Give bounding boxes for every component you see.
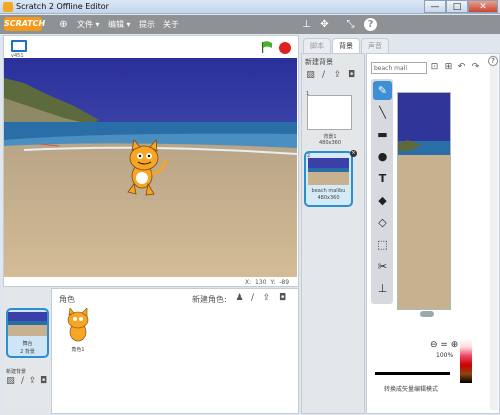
zoom-percent: 100% [436,352,454,359]
stage-thumb-count: 2 背景 [20,349,35,355]
stamp-tool-icon[interactable]: ⊥ [373,279,392,298]
bd-paint-icon[interactable]: / [318,70,329,81]
help-icon[interactable]: ? [364,18,377,31]
undo-icon[interactable]: ↶ [456,62,467,73]
upload-sprite-icon[interactable]: ⇪ [261,293,272,304]
stage-thumbnail[interactable]: 舞台 2 背景 [6,308,49,358]
stamp-icon[interactable]: ⊥ [300,18,313,31]
zoom-controls[interactable]: ⊖ = ⊕ [430,340,458,350]
upload-backdrop-icon[interactable]: ⇪ [27,376,38,387]
sprite-library-icon[interactable]: ♟ [234,293,245,304]
add-icon[interactable]: ⊞ [443,62,454,73]
sprite-tile[interactable]: 角色1 [58,306,98,358]
backdrop-name-input[interactable]: beach mali [371,62,427,74]
stop-icon[interactable] [279,42,291,54]
brush-size-slider[interactable] [375,372,450,375]
tab-scripts[interactable]: 脚本 [303,38,331,53]
backdrop-library-icon[interactable]: ▨ [5,376,16,387]
magic-select-icon[interactable]: ✂ [373,257,392,276]
minimize-button[interactable]: — [424,0,446,13]
backdrop-item[interactable] [307,95,352,130]
clear-icon[interactable]: ⊡ [429,62,440,73]
canvas-scrollbar[interactable] [420,311,434,317]
beach-thumb-image [308,158,349,185]
eraser-tool-icon[interactable]: ◇ [373,213,392,232]
backdrop-size: 480x360 [317,195,340,201]
menu-bar [0,15,500,34]
brush-tool-icon[interactable]: ✎ [373,81,392,100]
text-tool-icon[interactable]: T [373,169,392,188]
bd-library-icon[interactable]: ▨ [305,70,316,81]
paint-canvas[interactable] [397,92,451,310]
sprites-title: 角色 [59,295,75,304]
camera-backdrop-icon[interactable]: ◘ [38,376,49,387]
backdrop-name: beach malibu [311,188,346,194]
menu-about[interactable]: 关于 [163,19,179,30]
backdrop-size: 480x360 [318,140,342,146]
fill-tool-icon[interactable]: ◆ [373,191,392,210]
stage-thumb-label: 舞台 [22,341,33,347]
stage-canvas[interactable] [4,58,297,277]
cat-thumb-icon [67,308,89,342]
camera-sprite-icon[interactable]: ◘ [277,293,288,304]
ellipse-tool-icon[interactable]: ● [373,147,392,166]
paint-sprite-icon[interactable]: / [247,293,258,304]
backdrop-name: 背景1 [323,134,337,140]
new-sprite-label: 新建角色: [192,295,227,304]
delete-backdrop-icon[interactable]: × [350,150,357,157]
menu-file[interactable]: 文件 ▾ [77,19,100,30]
app-icon [3,2,13,12]
grow-icon[interactable]: ✥ [318,18,331,31]
y-coord: Y: -89 [270,279,290,286]
x-coord: X: 130 [245,279,267,286]
menu-tips[interactable]: 提示 [139,19,155,30]
bd-upload-icon[interactable]: ⇪ [332,70,343,81]
sprite-name: 角色1 [71,347,85,353]
tab-sounds[interactable]: 声音 [361,38,389,53]
redo-icon[interactable]: ↷ [470,62,481,73]
backdrop-item-selected[interactable]: 2 beach malibu 480x360 [304,151,353,207]
close-button[interactable]: ✕ [468,0,498,13]
window-title: Scratch 2 Offline Editor [16,2,109,11]
tab-backdrops[interactable]: 背景 [332,38,360,53]
vector-mode-button[interactable]: 转换成矢量编辑模式 [384,384,438,393]
color-palette[interactable] [460,338,472,383]
presentation-mode-icon[interactable] [11,40,27,52]
menu-edit[interactable]: 编辑 ▾ [108,19,131,30]
maximize-button[interactable]: □ [446,0,468,13]
rectangle-tool-icon[interactable]: ▬ [373,125,392,144]
new-backdrop-label: 新建背景 [6,369,27,375]
new-backdrop-title: 新建背景 [305,58,333,66]
stage-thumb-image [8,312,47,336]
select-tool-icon[interactable]: ⬚ [373,235,392,254]
help-icon[interactable]: ? [488,56,498,66]
vertical-scrollbar[interactable] [490,55,498,410]
globe-icon[interactable]: ⊕ [57,18,70,31]
title-bar: Scratch 2 Offline Editor — □ ✕ [0,0,500,14]
line-tool-icon[interactable]: ╲ [373,103,392,122]
bd-camera-icon[interactable]: ◘ [346,70,357,81]
shrink-icon[interactable]: ⤡ [344,18,357,31]
green-flag-icon[interactable] [261,41,273,53]
mouse-coords: X: 130 Y: -89 [245,279,289,286]
scratch-logo[interactable]: SCRATCH [4,17,45,31]
